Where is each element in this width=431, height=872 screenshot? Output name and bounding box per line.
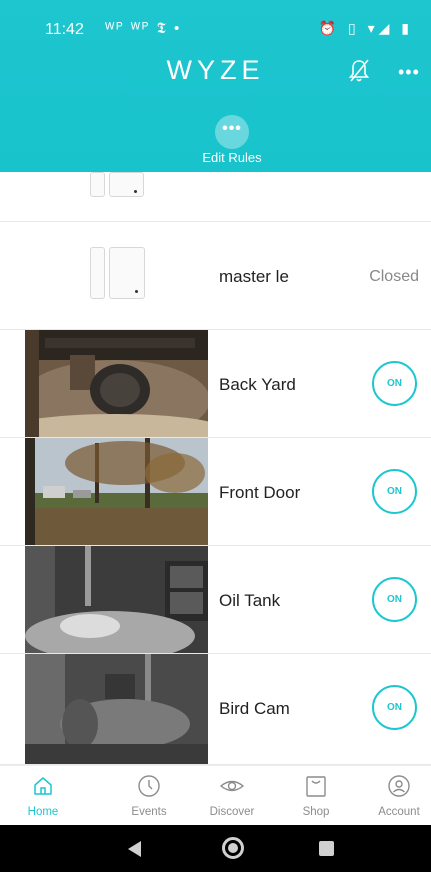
camera-power-toggle[interactable]: ON	[372, 361, 417, 406]
edit-rules-label[interactable]: Edit Rules	[0, 150, 431, 165]
status-time: 11:42	[45, 21, 84, 38]
device-status: Closed	[369, 268, 419, 285]
camera-power-toggle[interactable]: ON	[372, 577, 417, 622]
device-row-master-le[interactable]: master le Closed	[0, 222, 431, 330]
nav-label: Shop	[302, 806, 330, 818]
system-navigation-bar	[0, 825, 431, 872]
nav-account[interactable]: Account	[356, 766, 431, 826]
device-name: master le	[219, 267, 289, 286]
app-header: 11:42 ᵂᴾ ᵂᴾ 𝕿 • ⏰ ▯ ▾◢ ▮ WYZE ••• ••• Ed…	[0, 0, 431, 172]
contact-sensor-icon	[90, 172, 146, 202]
recent-apps-icon[interactable]	[319, 841, 334, 856]
account-icon	[388, 775, 410, 797]
camera-thumbnail[interactable]	[25, 330, 208, 437]
nav-discover[interactable]: Discover	[189, 766, 275, 826]
notification-icons: ᵂᴾ ᵂᴾ 𝕿 •	[105, 20, 182, 37]
nav-shop[interactable]: Shop	[273, 766, 359, 826]
nav-label: Home	[27, 806, 59, 818]
nav-label: Discover	[209, 806, 255, 818]
status-bar: 11:42 ᵂᴾ ᵂᴾ 𝕿 • ⏰ ▯ ▾◢ ▮	[0, 0, 431, 48]
device-row-partial[interactable]	[0, 172, 431, 222]
device-name: Oil Tank	[219, 591, 281, 610]
clock-icon	[138, 775, 160, 797]
nav-events[interactable]: Events	[106, 766, 192, 826]
notifications-off-icon[interactable]	[347, 58, 371, 84]
back-icon[interactable]	[128, 841, 141, 857]
shopping-bag-icon	[306, 776, 326, 797]
camera-thumbnail[interactable]	[25, 654, 208, 764]
device-row-oil-tank[interactable]: Oil Tank ON	[0, 546, 431, 654]
device-row-back-yard[interactable]: Back Yard ON	[0, 330, 431, 438]
nav-label: Events	[131, 806, 167, 818]
edit-rules-button[interactable]: •••	[215, 115, 249, 149]
bottom-navigation: Home Events Discover Shop Account	[0, 765, 431, 825]
device-list[interactable]: master le Closed Back Yard ON Front Door…	[0, 172, 431, 765]
device-row-bird-cam[interactable]: Bird Cam ON	[0, 654, 431, 765]
camera-power-toggle[interactable]: ON	[372, 469, 417, 514]
eye-icon	[220, 780, 244, 792]
more-dots-icon: •••	[222, 120, 242, 137]
nav-home[interactable]: Home	[0, 766, 86, 826]
home-button-icon[interactable]	[222, 837, 244, 859]
device-name: Front Door	[219, 483, 301, 502]
camera-thumbnail[interactable]	[25, 438, 208, 545]
contact-sensor-icon	[90, 247, 146, 302]
more-options-icon[interactable]: •••	[398, 62, 420, 83]
home-icon	[34, 777, 52, 795]
camera-thumbnail[interactable]	[25, 546, 208, 653]
device-name: Bird Cam	[219, 699, 290, 718]
device-row-front-door[interactable]: Front Door ON	[0, 438, 431, 546]
device-name: Back Yard	[219, 375, 296, 394]
system-status-icons: ⏰ ▯ ▾◢ ▮	[318, 20, 413, 36]
camera-power-toggle[interactable]: ON	[372, 685, 417, 730]
nav-label: Account	[378, 806, 420, 818]
